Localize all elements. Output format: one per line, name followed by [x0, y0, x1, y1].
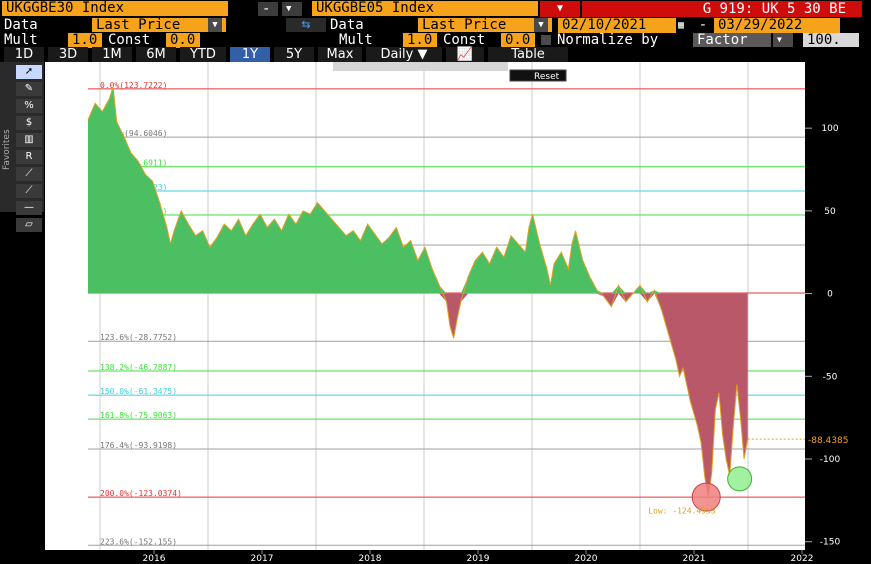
field1-value: Last Price [96, 17, 181, 33]
function-title: G 919: UK 5 30 BE [582, 0, 862, 17]
security1-operator[interactable]: - [258, 1, 278, 16]
tab-period-5y[interactable]: 5Y [274, 46, 314, 62]
tab-period-1y[interactable]: 1Y [230, 46, 270, 62]
chevron-down-icon: ▼ [534, 18, 548, 32]
security1-operator-dropdown-icon[interactable]: ▼ [282, 1, 302, 16]
last-value-label: -88.4385 [808, 436, 848, 446]
y-tick-label: -50 [823, 372, 838, 382]
x-tick-label: 2021 [683, 554, 706, 564]
swap-icon[interactable]: ⇆ [286, 18, 326, 32]
fib-level-label: 0.0%(123.7222) [100, 81, 167, 90]
calendar-icon[interactable]: ▦ [676, 18, 692, 33]
table-button[interactable]: Table [488, 46, 568, 62]
chart-area: 0.0%(123.7222)23.6%(94.6046)38.2%(76.691… [45, 62, 871, 564]
fib-level-label: 223.6%(-152.155) [100, 537, 177, 546]
fib-level-label: 161.8%(-75.9063) [100, 411, 177, 420]
x-tick-label: 2019 [467, 554, 490, 564]
normalize-factor-field[interactable]: 100. [803, 33, 859, 47]
end-date-field[interactable]: 03/29/2022 [714, 17, 840, 33]
line-chart-icon[interactable]: 📈 [446, 46, 484, 62]
tab-period-max[interactable]: Max [318, 46, 362, 62]
date-separator: - [698, 16, 708, 33]
x-tick-label: 2017 [251, 554, 274, 564]
header-row-1: UKGGBE30 Index - ▼ UKGGBE05 Index ▼ G 91… [0, 0, 871, 17]
tab-period-ytd[interactable]: YTD [180, 46, 226, 62]
header-row-2: Data Last Price ▼ ⇆ Data Last Price ▼ 02/1… [0, 17, 871, 33]
y-tick-label: 0 [827, 290, 833, 300]
fib-level-label: 138.2%(-46.7887) [100, 363, 177, 372]
reset-label: Reset [534, 72, 560, 82]
data-label-1: Data [4, 16, 38, 33]
data-label-2: Data [330, 16, 364, 33]
chevron-down-icon: ▼ [417, 46, 428, 62]
normalize-checkbox[interactable] [541, 35, 551, 45]
y-tick-label: -150 [820, 538, 841, 548]
tab-period-1m[interactable]: 1M [92, 46, 132, 62]
y-tick-label: 100 [821, 124, 838, 134]
fib-level-label: 123.6%(-28.7752) [100, 333, 177, 342]
field2-value: Last Price [422, 17, 507, 33]
frequency-dropdown[interactable]: Daily ▼ [366, 46, 442, 62]
x-tick-label: 2018 [359, 554, 382, 564]
tab-period-6m[interactable]: 6M [136, 46, 176, 62]
x-tick-label: 2020 [575, 554, 598, 564]
fib-level-label: 176.4%(-93.9198) [100, 441, 177, 450]
drawing-tools-strip[interactable] [333, 62, 508, 71]
chevron-down-icon: ▼ [208, 18, 222, 32]
tab-period-3d[interactable]: 3D [48, 46, 88, 62]
normalize-dropdown[interactable]: Factor [693, 33, 771, 47]
y-axis-panel [806, 62, 871, 564]
security2-dropdown-icon[interactable]: ▼ [540, 0, 580, 17]
field2-dropdown[interactable]: Last Price ▼ [418, 18, 552, 32]
y-tick-label: 50 [824, 207, 836, 217]
low-value-label: Low: -124.4953 [648, 507, 716, 516]
chevron-down-icon[interactable]: ▼ [773, 33, 793, 47]
x-tick-label: 2022 [791, 554, 814, 564]
frequency-value: Daily [380, 46, 414, 62]
x-tick-label: 2016 [143, 554, 166, 564]
field1-dropdown[interactable]: Last Price ▼ [92, 18, 226, 32]
fib-level-label: 150.0%(-61.3475) [100, 387, 177, 396]
security1-field[interactable]: UKGGBE30 Index [2, 1, 228, 16]
security2-field[interactable]: UKGGBE05 Index [312, 1, 538, 16]
tab-period-1d[interactable]: 1D [4, 46, 44, 62]
y-tick-label: -100 [820, 455, 841, 465]
period-tabs-row: 1D 3D 1M 6M YTD 1Y 5Y Max Daily ▼ 📈 Tabl… [0, 46, 871, 62]
recent-highlight-circle [727, 466, 753, 492]
fib-level-label: 200.0%(-123.0374) [100, 489, 182, 498]
reset-button[interactable]: Reset [509, 69, 567, 82]
start-date-field[interactable]: 02/10/2021 [558, 17, 676, 33]
